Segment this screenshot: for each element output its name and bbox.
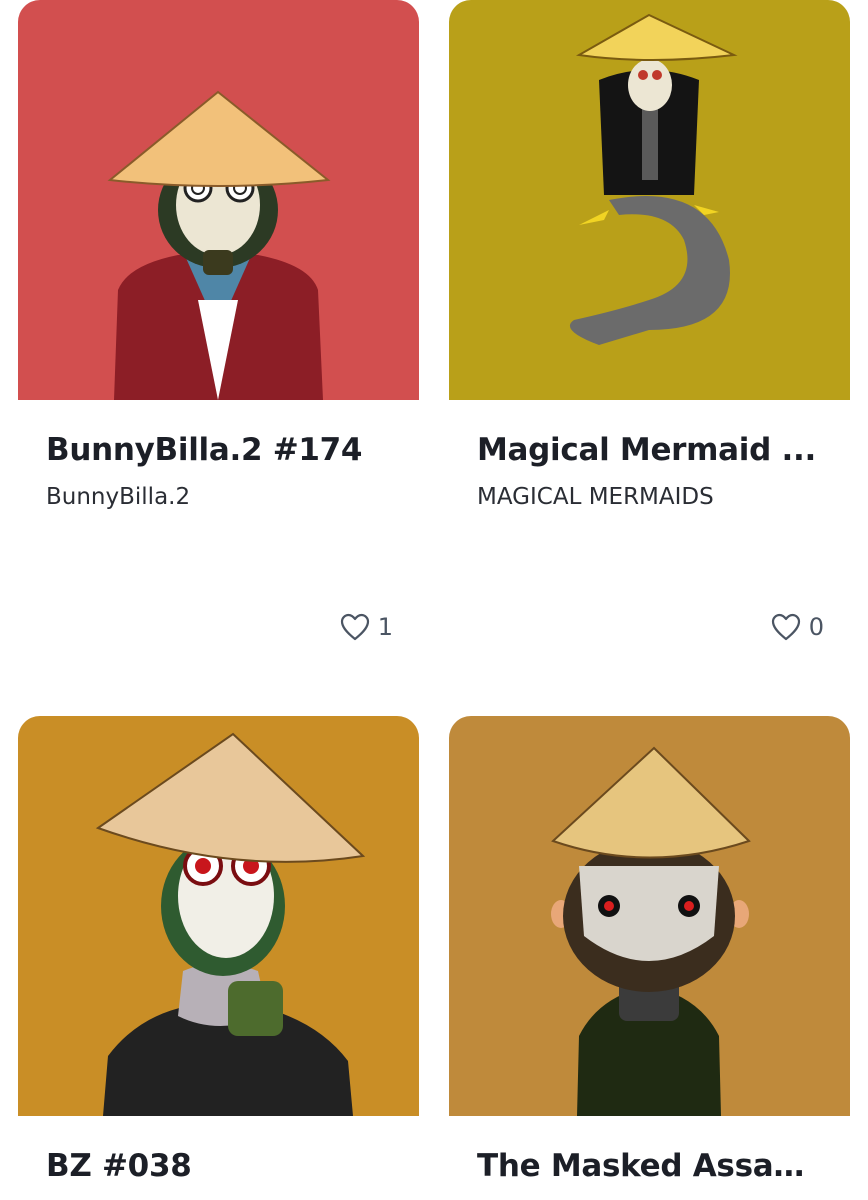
nft-title[interactable]: The Masked Assas... (477, 1148, 822, 1184)
like-count: 1 (377, 613, 393, 641)
like-count: 0 (808, 613, 824, 641)
nft-collection-name[interactable]: MAGICAL MERMAIDS (477, 484, 822, 510)
heart-outline-icon (340, 613, 370, 641)
nft-image[interactable] (449, 0, 850, 400)
nft-title[interactable]: Magical Mermaid ... (477, 432, 822, 468)
nft-title[interactable]: BunnyBilla.2 #174 (46, 432, 391, 468)
nft-image[interactable] (18, 0, 419, 400)
nft-image[interactable] (18, 716, 419, 1116)
nft-title[interactable]: BZ #038 (46, 1148, 391, 1184)
heart-outline-icon (771, 613, 801, 641)
like-button[interactable]: 0 (771, 613, 824, 641)
nft-collection-name[interactable]: BunnyBilla.2 (46, 484, 391, 510)
like-button[interactable]: 1 (340, 613, 393, 641)
nft-image[interactable] (449, 716, 850, 1116)
